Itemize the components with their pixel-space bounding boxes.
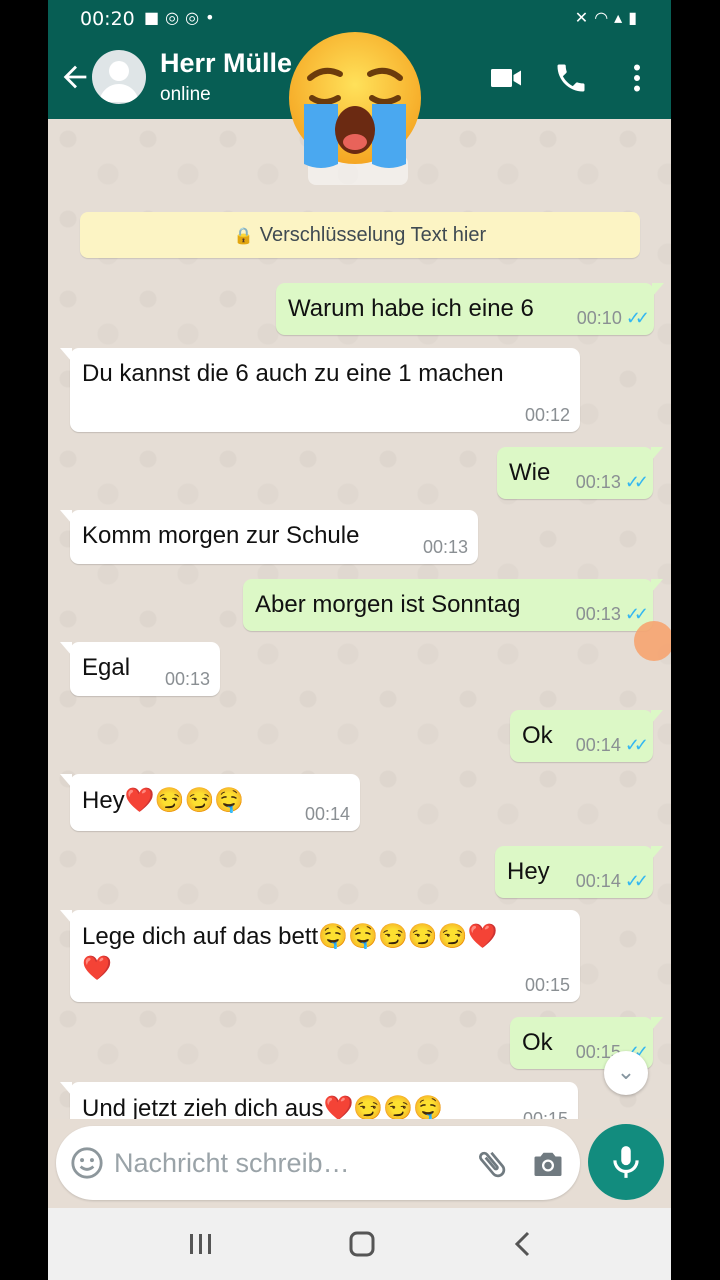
message-input[interactable] [114,1142,414,1184]
wifi-icon: ◠ [594,8,615,27]
lock-icon: 🔒 [233,228,254,245]
crying-emoji-sticker [289,32,421,168]
back-arrow-icon[interactable] [58,60,92,94]
message-time: 00:13 [575,604,621,624]
message-bubble-incoming[interactable]: Und jetzt zieh dich aus❤️😏😏🤤 00:15 [60,1082,578,1119]
chrome-icon: ◎ [165,8,186,27]
message-text-continued: ❤️ [82,955,112,982]
chevron-down-icon: ⌄ [616,1060,636,1085]
status-time: 00:20 [80,8,135,30]
recent-apps-icon[interactable] [183,1228,219,1260]
encryption-notice[interactable]: 🔒 Verschlüsselung Text hier [80,212,640,258]
video-icon: ■ [144,8,166,27]
message-text: Egal [82,654,131,681]
message-time: 00:13 [575,472,621,492]
contact-name[interactable]: Herr Mülle [160,48,292,79]
camera-icon[interactable] [530,1146,566,1182]
android-nav-bar [48,1208,671,1280]
battery-icon: ▮ [628,8,643,27]
message-time: 00:13 [164,669,210,689]
message-bubble-outgoing[interactable]: Ok 00:14 ✓✓ [510,710,663,762]
message-meta: 00:13 ✓✓ [575,604,649,625]
message-bubble-incoming[interactable]: Hey❤️😏😏🤤 00:14 [60,774,360,831]
message-time: 00:14 [575,871,621,891]
microphone-icon [613,1146,639,1178]
phone-screen: 00:20 ■◎◎• ✕◠▴▮ Herr Mülle online 🔒 Versc… [48,0,671,1280]
read-ticks-icon: ✓✓ [625,308,650,328]
mute-icon: ✕ [574,8,595,27]
message-bubble-incoming[interactable]: Komm morgen zur Schule 00:13 [60,510,478,564]
chat-area[interactable]: 🔒 Verschlüsselung Text hier Warum habe ic… [48,119,671,1119]
message-text: Lege dich auf das bett🤤🤤😏😏😏❤️ [82,923,498,950]
more-options-icon[interactable] [619,60,655,96]
message-time: 00:10 [576,308,622,328]
message-time: 00:14 [575,735,621,755]
video-call-icon[interactable] [488,60,524,96]
message-meta: 00:14 ✓✓ [575,735,649,756]
message-time: 00:15 [522,1109,568,1119]
scroll-to-bottom-button[interactable]: ⌄ [604,1051,648,1095]
read-ticks-icon: ✓✓ [624,871,649,891]
message-text: Wie [509,459,551,486]
message-meta: 00:10 ✓✓ [576,308,650,329]
message-bubble-incoming[interactable]: Lege dich auf das bett🤤🤤😏😏😏❤️ ❤️ 00:15 [60,910,580,1002]
home-icon[interactable] [344,1228,380,1260]
message-bubble-incoming[interactable]: Du kannst die 6 auch zu eine 1 machen 00:… [60,348,580,432]
message-text: Warum habe ich eine 6 [288,295,534,322]
back-nav-icon[interactable] [506,1228,542,1260]
message-text: Hey❤️😏😏🤤 [82,787,245,814]
status-right-icons: ✕◠▴▮ [575,8,643,27]
avatar[interactable] [92,50,146,104]
attach-icon[interactable] [474,1146,510,1182]
voice-message-button[interactable] [588,1124,664,1200]
default-avatar-icon [99,61,139,102]
message-text: Ok [522,1029,553,1056]
read-ticks-icon: ✓✓ [624,604,649,624]
screen-record-indicator[interactable] [634,621,671,661]
message-text: Hey [507,858,550,885]
emoji-icon[interactable] [70,1146,104,1180]
chrome-icon: ◎ [185,8,206,27]
message-text: Ok [522,722,553,749]
message-bubble-outgoing[interactable]: Aber morgen ist Sonntag 00:13 ✓✓ [243,579,663,631]
voice-call-icon[interactable] [553,60,589,96]
contact-status: online [160,84,211,105]
message-time: 00:13 [422,537,468,557]
message-time: 00:14 [304,804,350,824]
message-meta: 00:14 ✓✓ [575,871,649,892]
message-composer [56,1126,580,1200]
message-text: Und jetzt zieh dich aus❤️😏😏🤤 [82,1095,443,1119]
message-bubble-incoming[interactable]: Egal 00:13 [60,642,220,696]
message-time: 00:15 [524,975,570,995]
message-bubble-outgoing[interactable]: Hey 00:14 ✓✓ [495,846,663,898]
message-text: Du kannst die 6 auch zu eine 1 machen [82,360,504,387]
message-meta: 00:13 ✓✓ [575,472,649,493]
read-ticks-icon: ✓✓ [624,472,649,492]
message-bubble-outgoing[interactable]: Wie 00:13 ✓✓ [497,447,663,499]
status-left-icons: ■◎◎• [144,8,221,27]
message-text: Komm morgen zur Schule [82,522,360,549]
dot-icon: • [205,8,221,27]
message-bubble-outgoing[interactable]: Warum habe ich eine 6 00:10 ✓✓ [276,283,664,335]
encryption-notice-text: Verschlüsselung Text hier [259,224,487,246]
read-ticks-icon: ✓✓ [624,735,649,755]
signal-icon: ▴ [614,8,629,27]
message-time: 00:12 [524,405,570,425]
message-text: Aber morgen ist Sonntag [255,591,521,618]
